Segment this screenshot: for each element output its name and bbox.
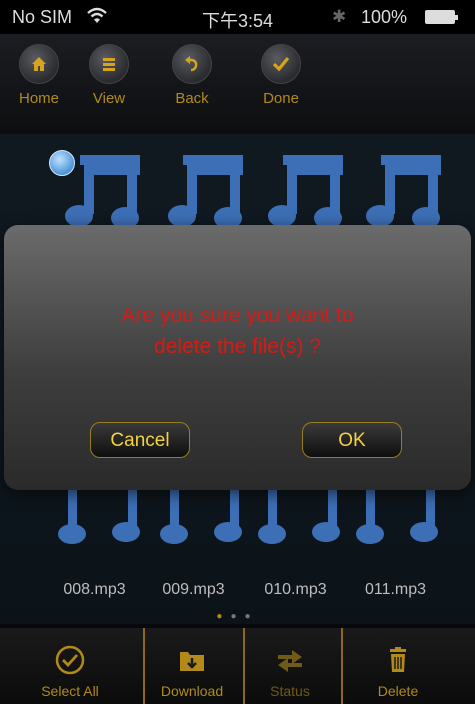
done-label: Done <box>263 90 299 107</box>
home-label: Home <box>18 90 59 107</box>
back-button[interactable]: Back <box>161 44 223 107</box>
select-all-button[interactable]: Select All <box>20 628 120 704</box>
selected-check-icon <box>49 150 75 176</box>
select-all-label: Select All <box>41 683 99 699</box>
download-label: Download <box>160 683 224 699</box>
dialog-message-line2: delete the file(s) ? <box>154 335 321 358</box>
cancel-button[interactable]: Cancel <box>90 422 190 458</box>
download-button[interactable]: Download <box>142 628 242 704</box>
done-button[interactable]: Done <box>250 44 312 107</box>
toolbar-divider <box>341 628 343 704</box>
status-label: Status <box>270 683 310 699</box>
page-dot[interactable]: ● <box>245 611 259 622</box>
dialog-message: Are you sure you want to delete the file… <box>24 300 451 362</box>
bottom-action-bar: Select All Download Status Delete <box>0 628 475 704</box>
home-button[interactable]: Home <box>8 44 70 107</box>
back-label: Back <box>175 90 209 107</box>
file-name-label[interactable]: 008.mp3 <box>47 581 142 599</box>
view-list-icon <box>103 58 115 71</box>
delete-button[interactable]: Delete <box>348 628 448 704</box>
select-all-check-icon <box>55 645 85 675</box>
file-name-label[interactable]: 011.mp3 <box>348 581 443 599</box>
delete-trash-icon <box>390 647 406 672</box>
page-indicator[interactable]: ●●● <box>0 611 475 622</box>
battery-icon <box>425 10 458 24</box>
delete-label: Delete <box>377 683 419 699</box>
status-arrows-icon <box>278 650 302 672</box>
top-toolbar: Home View Back Done <box>0 34 475 134</box>
delete-confirm-dialog: Are you sure you want to delete the file… <box>4 225 471 490</box>
status-button[interactable]: Status <box>240 628 340 704</box>
file-name-label[interactable]: 009.mp3 <box>146 581 241 599</box>
ok-button[interactable]: OK <box>302 422 402 458</box>
done-check-icon <box>272 56 290 72</box>
dialog-message-line1: Are you sure you want to <box>121 304 354 327</box>
page-dot-active[interactable]: ● <box>216 611 230 622</box>
view-button[interactable]: View <box>78 44 140 107</box>
file-name-label[interactable]: 010.mp3 <box>248 581 343 599</box>
download-folder-icon <box>180 652 204 671</box>
battery-percent: 100% <box>361 7 408 27</box>
view-label: View <box>92 90 126 107</box>
page-dot[interactable]: ● <box>230 611 244 622</box>
bluetooth-icon: ✱ <box>332 7 347 26</box>
app-screen: No SIM 下午3:54 ✱ 100% Home View Back Done… <box>0 0 475 704</box>
back-arrow-icon <box>185 56 198 72</box>
status-bar: No SIM 下午3:54 ✱ 100% <box>0 0 475 34</box>
home-icon <box>32 57 46 71</box>
